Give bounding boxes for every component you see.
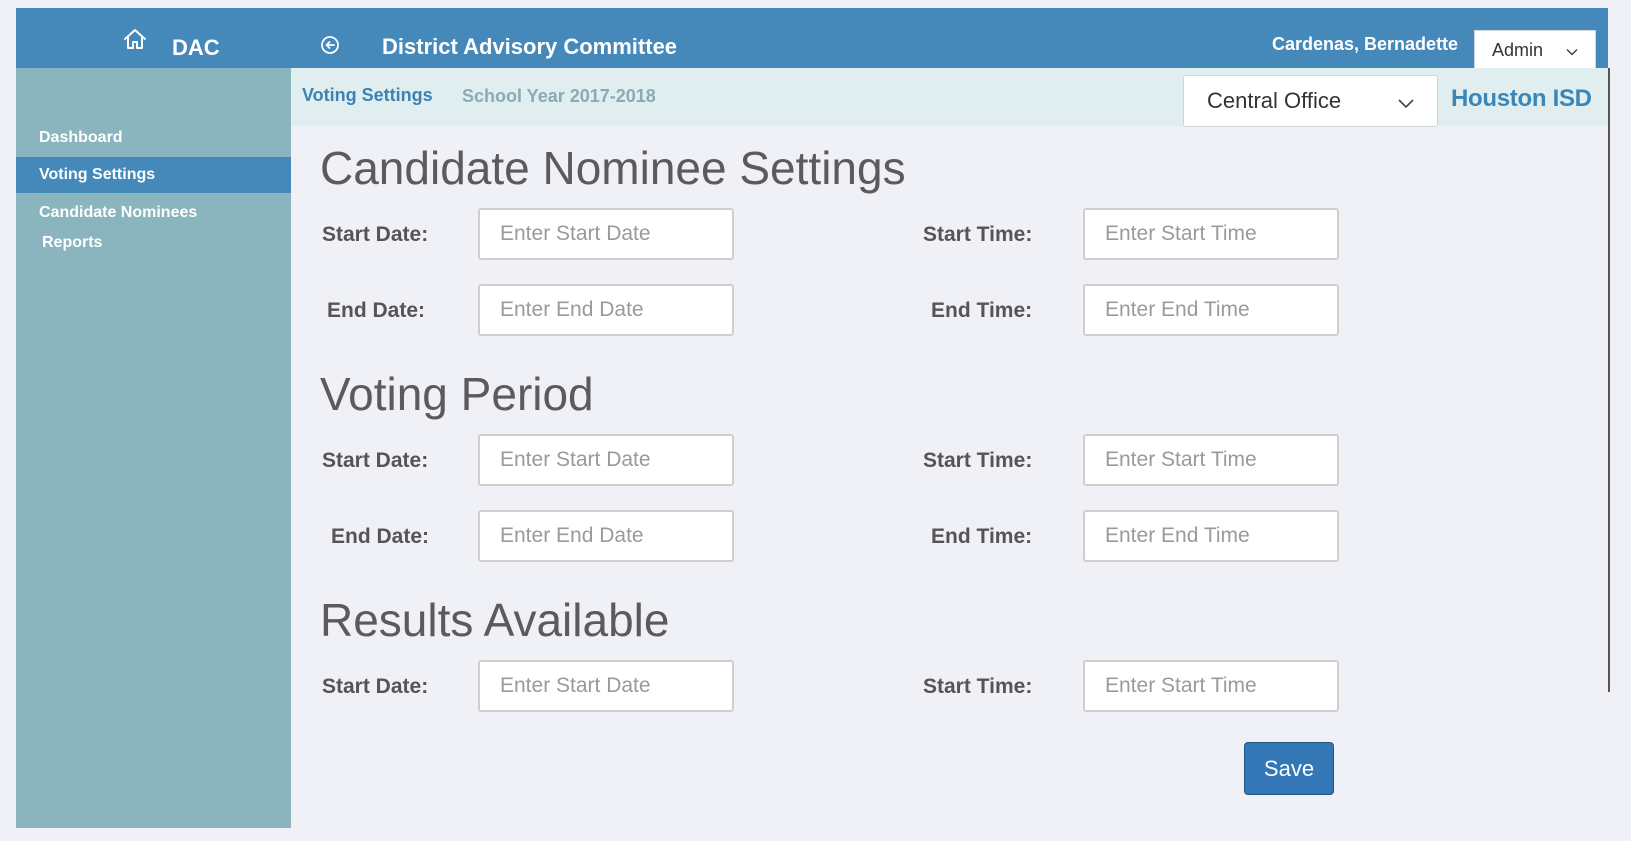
voting-start-date-input[interactable] bbox=[478, 434, 734, 486]
section-title-candidate-nominee-settings: Candidate Nominee Settings bbox=[320, 142, 906, 194]
user-name: Cardenas, Bernadette bbox=[1272, 34, 1459, 54]
sub-header: Voting Settings School Year 2017-2018 Ce… bbox=[291, 68, 1608, 127]
sidebar-item-label: Dashboard bbox=[39, 129, 123, 146]
section-title-voting-period: Voting Period bbox=[320, 368, 594, 420]
role-dropdown-value: Admin bbox=[1492, 39, 1544, 60]
school-year-label: School Year 2017-2018 bbox=[462, 86, 656, 106]
voting-end-time-input[interactable] bbox=[1083, 510, 1339, 562]
top-navbar: DAC District Advisory Committee Cardenas… bbox=[16, 8, 1608, 70]
sidebar: Dashboard Voting Settings Candidate Nomi… bbox=[16, 68, 291, 828]
start-date-label: Start Date: bbox=[322, 223, 429, 246]
end-time-label: End Time: bbox=[931, 525, 1033, 548]
nominee-start-date-input[interactable] bbox=[478, 208, 734, 260]
chevron-down-icon bbox=[1565, 43, 1579, 57]
app-window: DAC District Advisory Committee Cardenas… bbox=[0, 0, 1631, 841]
sidebar-item-label: Voting Settings bbox=[39, 166, 156, 183]
office-dropdown[interactable]: Central Office bbox=[1183, 75, 1438, 127]
start-date-label: Start Date: bbox=[322, 675, 429, 698]
sidebar-item-label: Candidate Nominees bbox=[39, 204, 198, 221]
voting-start-time-input[interactable] bbox=[1083, 434, 1339, 486]
sidebar-item-dashboard[interactable]: Dashboard bbox=[16, 120, 291, 156]
voting-end-date-input[interactable] bbox=[478, 510, 734, 562]
sidebar-item-reports[interactable]: Reports bbox=[16, 225, 291, 261]
brand-logo: Houston ISD bbox=[1451, 85, 1592, 112]
app-name[interactable]: DAC bbox=[172, 35, 220, 61]
chevron-down-icon bbox=[1397, 92, 1415, 110]
home-icon[interactable] bbox=[122, 26, 148, 52]
back-circle-icon[interactable] bbox=[319, 34, 341, 56]
sidebar-item-voting-settings[interactable]: Voting Settings bbox=[16, 157, 291, 193]
end-date-label: End Date: bbox=[331, 525, 430, 548]
end-date-label: End Date: bbox=[327, 299, 426, 322]
start-time-label: Start Time: bbox=[923, 449, 1033, 472]
breadcrumb[interactable]: Voting Settings bbox=[302, 85, 433, 106]
nominee-start-time-input[interactable] bbox=[1083, 208, 1339, 260]
save-button[interactable]: Save bbox=[1244, 742, 1334, 795]
nominee-end-date-input[interactable] bbox=[478, 284, 734, 336]
role-dropdown[interactable]: Admin bbox=[1474, 30, 1596, 70]
sidebar-item-label: Reports bbox=[42, 234, 103, 251]
end-time-label: End Time: bbox=[931, 299, 1033, 322]
section-title-results-available: Results Available bbox=[320, 594, 670, 646]
start-time-label: Start Time: bbox=[923, 223, 1033, 246]
results-start-time-input[interactable] bbox=[1083, 660, 1339, 712]
start-time-label: Start Time: bbox=[923, 675, 1033, 698]
start-date-label: Start Date: bbox=[322, 449, 429, 472]
office-dropdown-value: Central Office bbox=[1207, 88, 1342, 113]
app-title: District Advisory Committee bbox=[382, 34, 678, 59]
results-start-date-input[interactable] bbox=[478, 660, 734, 712]
content-edge-divider bbox=[1608, 68, 1610, 692]
nominee-end-time-input[interactable] bbox=[1083, 284, 1339, 336]
